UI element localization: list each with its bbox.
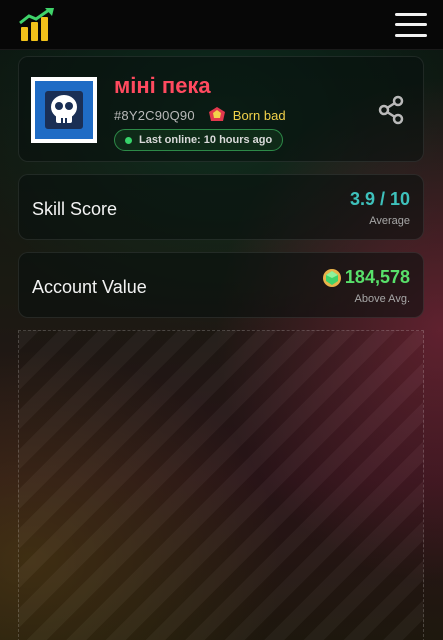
account-value-number: 184,578 [344, 267, 410, 287]
account-value-rating: Above Avg. [354, 293, 410, 305]
top-bar [0, 0, 443, 50]
account-value-amount: 184,578 [322, 267, 410, 288]
bar-chart-growth-icon[interactable] [18, 7, 56, 43]
player-name: міні пека [114, 73, 211, 98]
club-name[interactable]: Born bad [233, 108, 286, 123]
profile-card: міні пека #8Y2C90Q90 Born bad Last onlin… [18, 56, 424, 162]
content-placeholder [18, 330, 424, 640]
player-tag: #8Y2C90Q90 [114, 107, 195, 123]
gem-icon [322, 268, 341, 287]
share-icon[interactable] [377, 95, 405, 125]
skill-score-card: Skill Score 3.9 / 10 Average [18, 174, 424, 240]
last-online-badge: Last online: 10 hours ago [114, 129, 284, 151]
hamburger-menu-icon[interactable] [395, 12, 427, 37]
skill-score-value: 3.9 / 10 [349, 189, 410, 209]
account-value-label: Account Value [32, 277, 147, 297]
skill-score-rating: Average [369, 215, 410, 227]
last-online-text: Last online: 10 hours ago [139, 134, 273, 146]
online-status-dot [125, 137, 132, 144]
skill-score-label: Skill Score [32, 199, 118, 219]
skull-icon [45, 91, 83, 129]
account-value-card: Account Value 184,578 Above Avg. [18, 252, 424, 318]
tag-row: #8Y2C90Q90 Born bad [114, 105, 286, 125]
club-badge-icon [208, 107, 225, 121]
avatar [31, 77, 97, 143]
